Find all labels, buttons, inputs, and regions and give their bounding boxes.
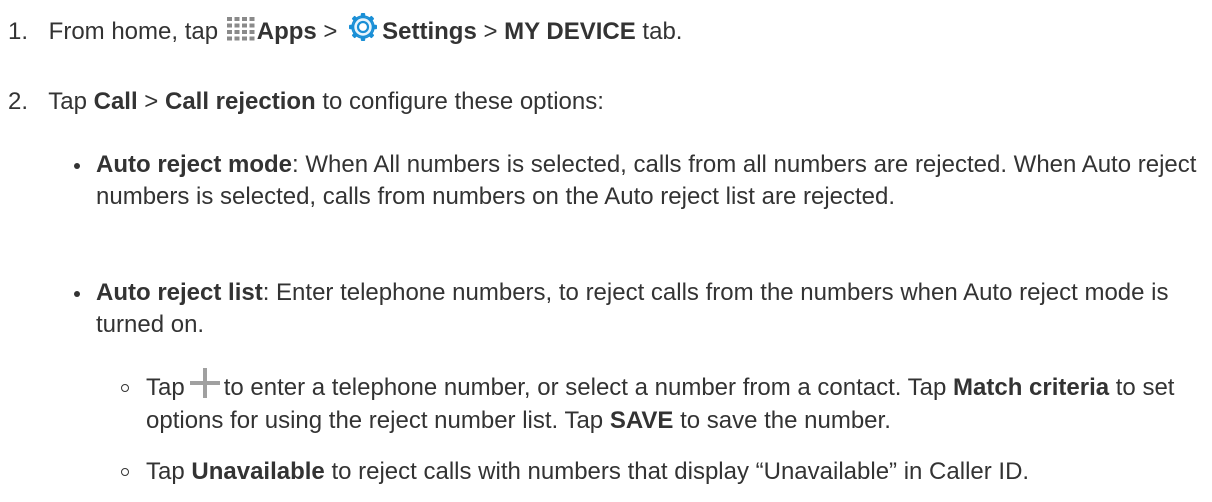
match-criteria-label: Match criteria [953,374,1110,401]
apps-grid-icon [226,16,255,41]
apps-label: Apps [256,18,317,45]
separator: > [144,88,159,115]
call-label: Call [93,88,138,115]
step-1: 1. From home, tap Apps > Settings > MY D… [8,12,683,48]
unavailable-label: Unavailable [191,458,325,485]
separator: > [323,18,338,45]
sub-text: to reject calls with numbers that displa… [331,458,1030,485]
sub-text: to enter a telephone number, or select a… [223,374,947,401]
sub-text: Tap [146,458,185,485]
bullet-auto-reject-mode: Auto reject mode: When All numbers is se… [74,149,1202,213]
step-2: 2. Tap Call > Call rejection to configur… [8,86,604,118]
settings-gear-icon [348,12,378,42]
bullet-term: Auto reject list [96,279,263,306]
plus-icon [189,367,221,399]
sub-text: Tap [146,374,185,401]
step-number: 1. [8,18,29,45]
call-rejection-label: Call rejection [164,88,316,115]
step-text: tab. [642,18,683,45]
save-label: SAVE [609,406,674,434]
subbullet-unavailable: Tap Unavailable to reject calls with num… [121,456,1206,488]
bullet-term: Auto reject mode [96,151,293,178]
bullet-auto-reject-list: Auto reject list: Enter telephone number… [74,277,1202,341]
settings-label: Settings [382,18,477,45]
separator: > [483,18,498,45]
subbullet-add-number: Tap to enter a telephone number, or selec… [121,367,1206,437]
step-text: From home, tap [48,18,219,45]
instructions-document: 1. From home, tap Apps > Settings > MY D… [0,0,1212,502]
my-device-tab-label: MY DEVICE [504,18,636,45]
step-number: 2. [8,88,29,115]
step-text: Tap [48,88,87,115]
sub-text: to save the number. [680,406,891,434]
step-text: to configure these options: [322,88,604,115]
